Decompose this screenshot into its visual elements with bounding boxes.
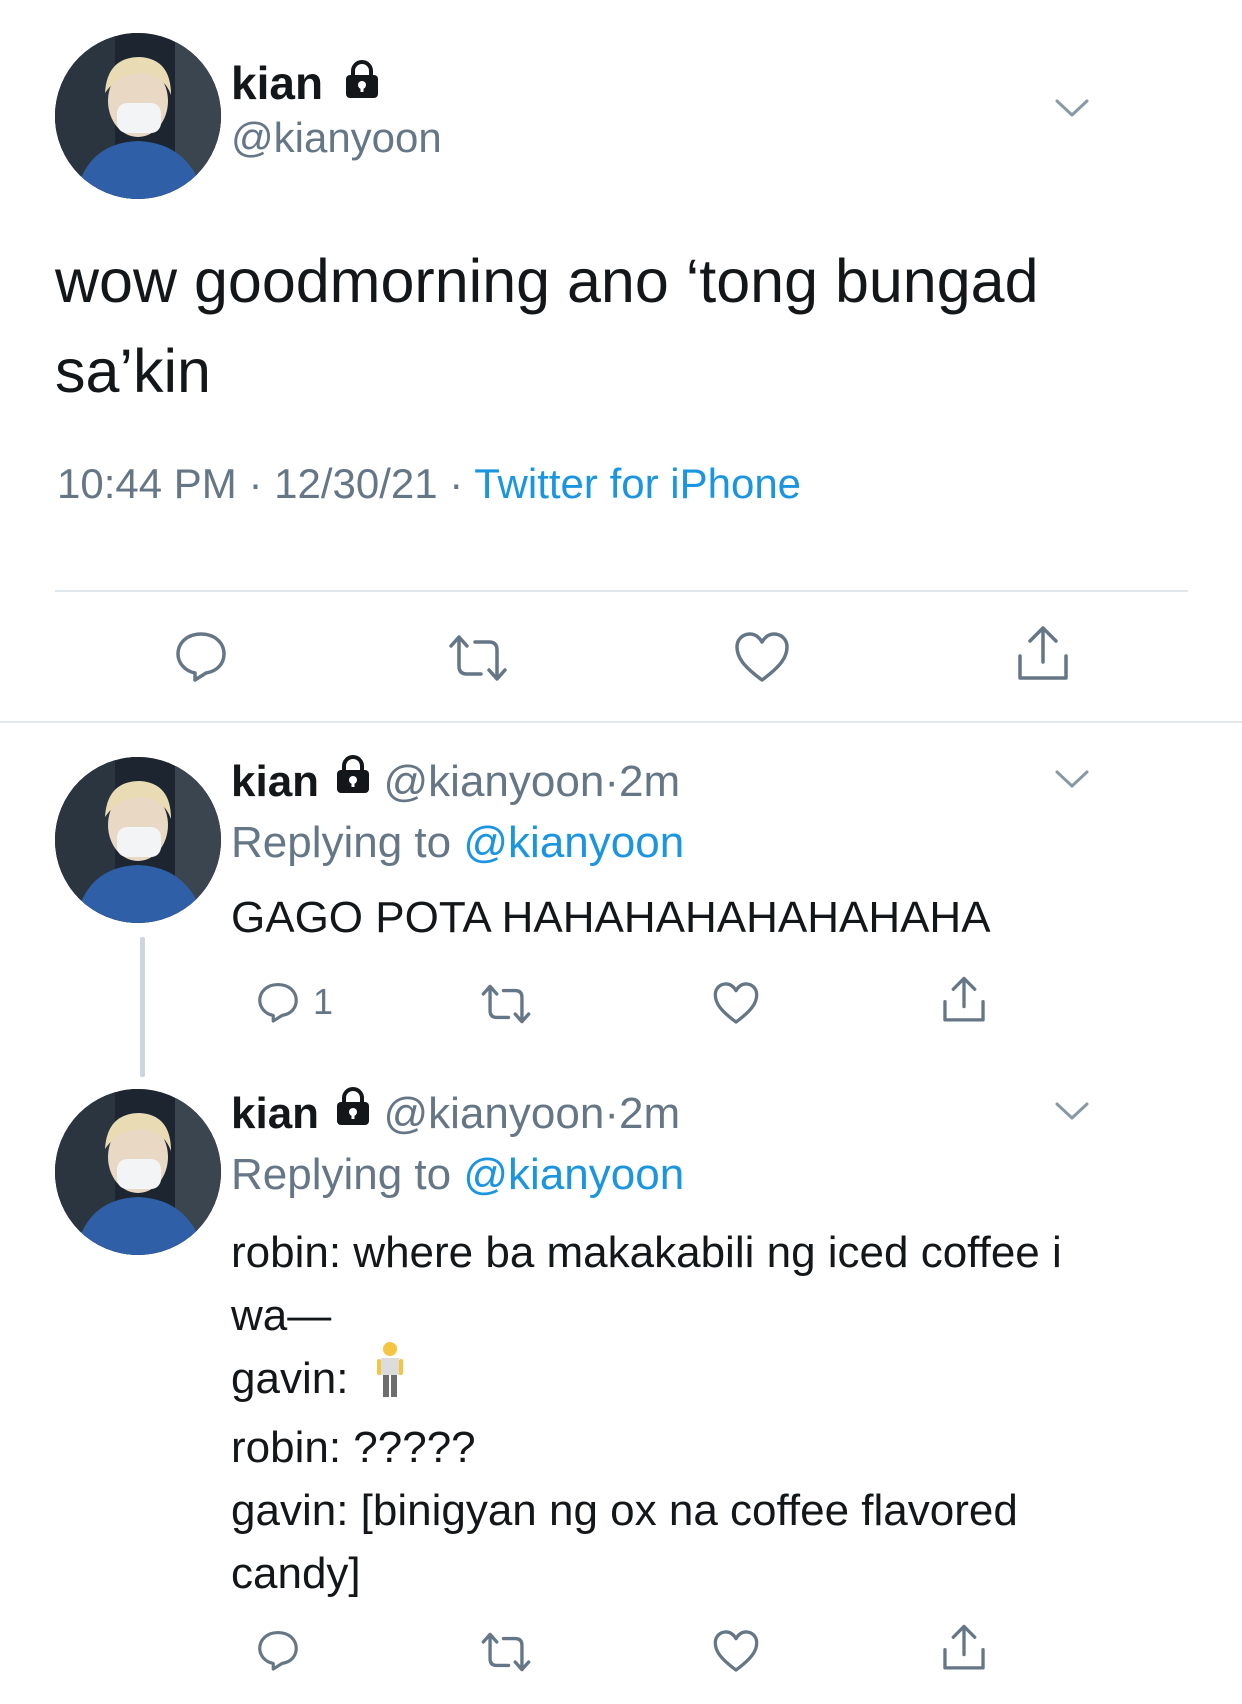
reply-count: 1	[313, 981, 334, 1022]
tweet-meta: 10:44 PM · 12/30/21 · Twitter for iPhone	[57, 458, 801, 510]
chevron-down-icon[interactable]	[1054, 97, 1090, 119]
chevron-down-icon[interactable]	[1054, 768, 1090, 790]
meta-separator: ·	[248, 460, 263, 507]
lock-icon	[344, 56, 380, 110]
replying-to-label: Replying to	[231, 818, 452, 867]
replying-to: Replying to @kianyoon	[231, 1149, 684, 1201]
meta-separator: ·	[604, 757, 619, 806]
lock-icon	[335, 754, 371, 806]
reply-header: kian @kianyoon·2m	[231, 1086, 680, 1140]
replying-to-handle[interactable]: @kianyoon	[463, 1150, 684, 1199]
tweet-age[interactable]: 2m	[619, 1089, 680, 1138]
tweet-date[interactable]: 12/30/21	[274, 460, 438, 507]
tweet-text-line: gavin: [binigyan ng ox na coffee flavore…	[231, 1486, 1018, 1535]
divider	[0, 721, 1242, 723]
tweet-text-line: wow goodmorning ano ‘tong bungad	[55, 247, 1039, 315]
tweet-text-line: candy]	[231, 1549, 361, 1598]
tweet-age[interactable]: 2m	[619, 757, 680, 806]
divider	[55, 590, 1188, 592]
retweet-icon[interactable]	[480, 1630, 532, 1674]
reply-icon[interactable]	[255, 1627, 301, 1673]
heart-icon[interactable]	[712, 1628, 760, 1674]
meta-separator: ·	[449, 460, 464, 507]
avatar-photo	[55, 1089, 221, 1255]
meta-separator: ·	[604, 1089, 619, 1138]
tweet-text-line: robin: where ba makakabili ng iced coffe…	[231, 1228, 1062, 1277]
avatar[interactable]	[55, 1089, 221, 1255]
retweet-icon[interactable]	[447, 632, 509, 684]
tweet-text: wow goodmorning ano ‘tong bungad sa’kin	[55, 236, 1039, 416]
tweet-text-line: gavin:	[231, 1342, 1062, 1416]
user-handle[interactable]: @kianyoon	[384, 757, 605, 806]
avatar-photo	[55, 33, 221, 199]
share-icon[interactable]	[1014, 624, 1072, 684]
tweet-source[interactable]: Twitter for iPhone	[474, 460, 801, 507]
avatar[interactable]	[55, 33, 221, 199]
tweet-text: GAGO POTA HAHAHAHAHAHAHAHA	[231, 890, 991, 946]
tweet-text-segment: gavin:	[231, 1354, 361, 1404]
display-name[interactable]: kian	[231, 57, 323, 109]
user-handle[interactable]: @kianyoon	[231, 113, 442, 163]
lock-icon	[335, 1086, 371, 1138]
share-icon[interactable]	[940, 1623, 988, 1673]
heart-icon[interactable]	[733, 630, 791, 684]
tweet-text-line: robin: ?????	[231, 1423, 476, 1472]
retweet-icon[interactable]	[480, 982, 532, 1026]
reply-header: kian @kianyoon·2m	[231, 754, 680, 808]
share-icon[interactable]	[940, 975, 988, 1025]
tweet-text-line: wa—	[231, 1291, 332, 1340]
tweet-text: robin: where ba makakabili ng iced coffe…	[231, 1221, 1062, 1605]
user-handle[interactable]: @kianyoon	[384, 1089, 605, 1138]
tweet-time[interactable]: 10:44 PM	[57, 460, 237, 507]
display-name[interactable]: kian	[231, 757, 319, 806]
reply-icon[interactable]	[255, 979, 301, 1025]
avatar-photo	[55, 757, 221, 923]
replying-to-label: Replying to	[231, 1150, 452, 1199]
tweet-text-line: GAGO POTA HAHAHAHAHAHAHAHA	[231, 893, 991, 942]
replying-to: Replying to @kianyoon	[231, 817, 684, 869]
avatar[interactable]	[55, 757, 221, 923]
tweet-text-line: sa’kin	[55, 337, 211, 405]
display-name[interactable]: kian	[231, 1089, 319, 1138]
thread-line	[140, 937, 145, 1077]
heart-icon[interactable]	[712, 980, 760, 1026]
reply-icon[interactable]	[172, 628, 230, 684]
standing-person-emoji-icon	[375, 1341, 405, 1416]
chevron-down-icon[interactable]	[1054, 1100, 1090, 1122]
replying-to-handle[interactable]: @kianyoon	[463, 818, 684, 867]
